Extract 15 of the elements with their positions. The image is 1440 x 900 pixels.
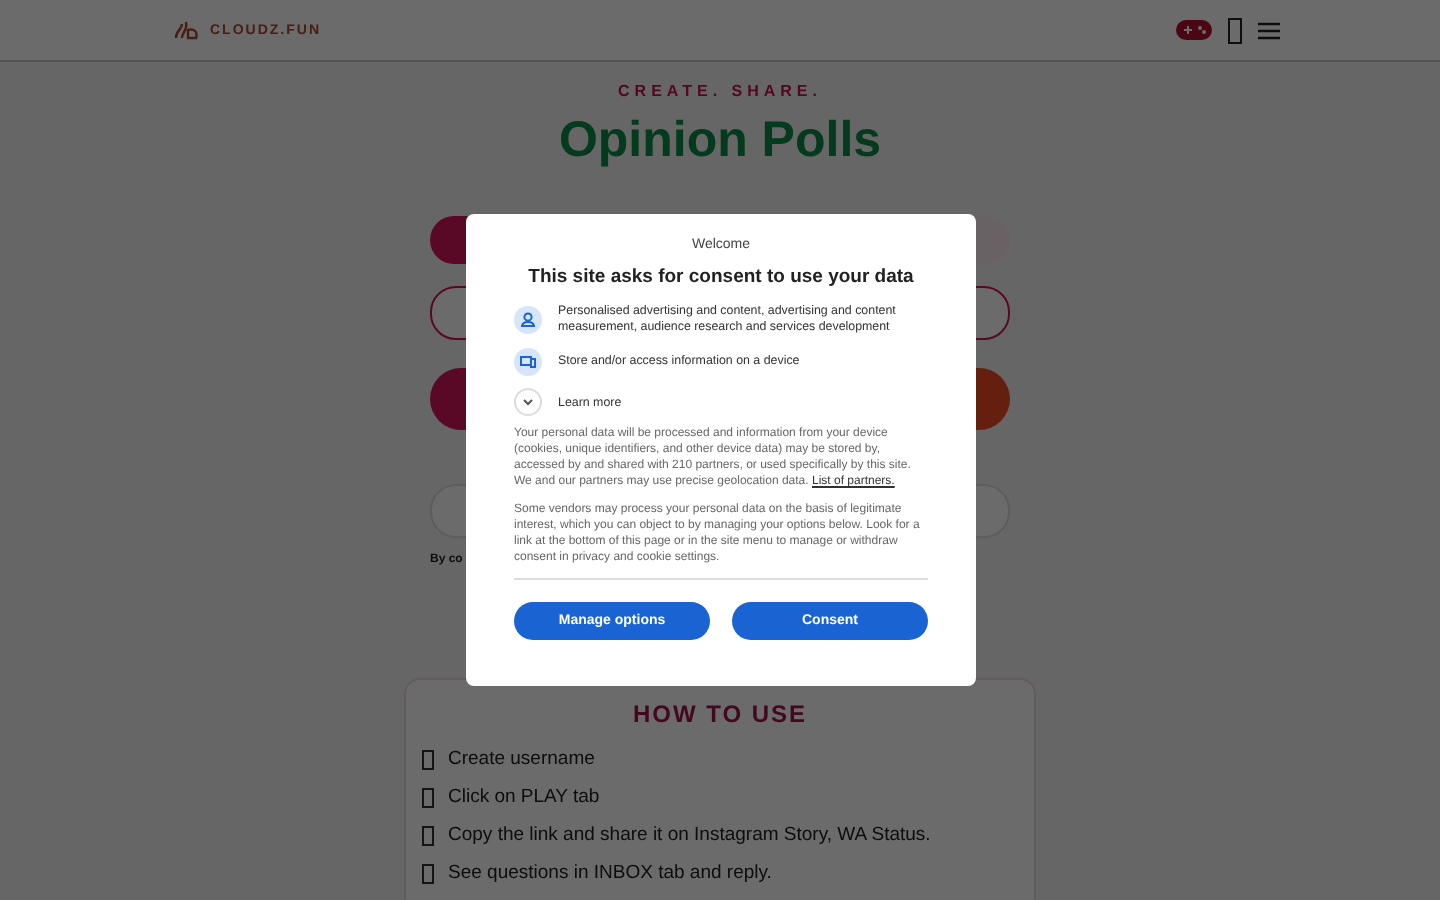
- logo-icon: [172, 18, 200, 42]
- person-icon: [514, 306, 542, 335]
- gamepad-icon[interactable]: [1176, 20, 1212, 40]
- card-title: HOW TO USE: [630, 700, 810, 728]
- phone-icon[interactable]: [1228, 17, 1242, 43]
- page-title: Opinion Polls: [556, 112, 884, 170]
- device-icon: [514, 348, 542, 377]
- step-text: Create username: [448, 748, 595, 770]
- tagline: CREATE. SHARE.: [616, 82, 824, 100]
- step-text: See questions in INBOX tab and reply.: [448, 862, 772, 884]
- step-text: Copy the link and share it on Instagram Story, WA Status.: [448, 824, 931, 846]
- chevron-icon: [514, 388, 542, 417]
- dialog-title: This site asks for consent to use your data: [526, 266, 916, 288]
- step-text: Click on PLAY tab: [448, 786, 600, 808]
- menu-icon[interactable]: [1258, 21, 1280, 39]
